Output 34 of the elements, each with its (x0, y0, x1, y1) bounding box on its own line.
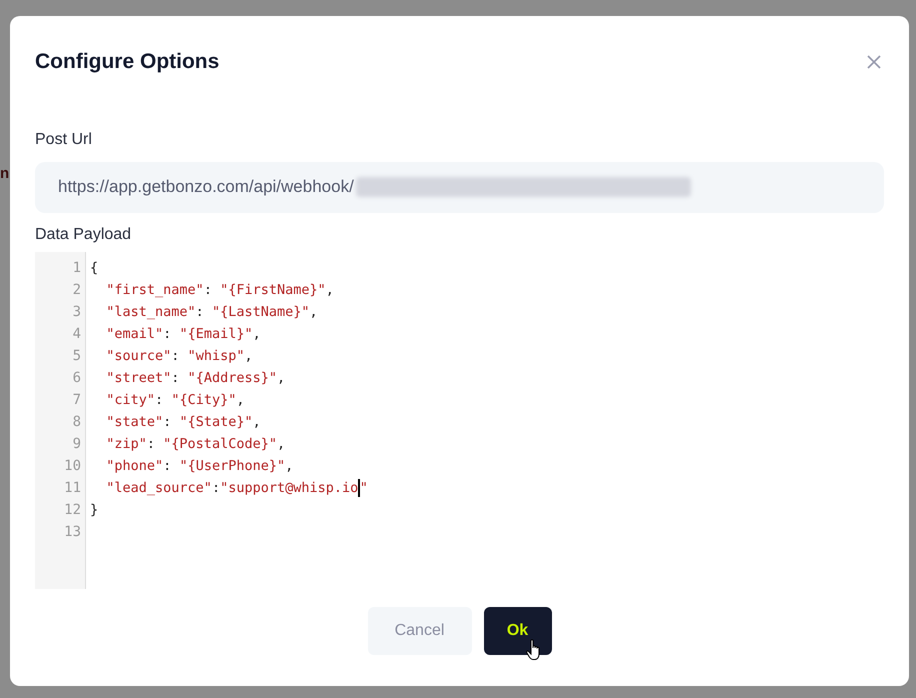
code-line: "phone": "{UserPhone}", (105, 456, 294, 476)
code-line: "state": "{State}", (105, 412, 261, 432)
code-line: "source": "whisp", (105, 346, 253, 366)
line-number: 11 (64, 478, 81, 498)
line-number: 4 (72, 324, 81, 344)
code-line: "street": "{Address}", (105, 368, 286, 388)
code-line: "lead_source":"support@whisp.io (105, 478, 358, 498)
ok-button[interactable]: Ok (484, 606, 552, 654)
field-label: Post Url (35, 130, 93, 150)
field-label: Data Payload (35, 224, 132, 244)
line-number: 6 (72, 368, 81, 388)
line-number: 2 (72, 280, 81, 300)
line-number: 10 (64, 456, 81, 476)
background-title: n (0, 164, 10, 184)
url-field[interactable]: https://app.getbonzo.com/api/webhook/ (35, 162, 884, 212)
line-number: 1 (72, 258, 81, 278)
code-line: "zip": "{PostalCode}", (105, 434, 286, 454)
line-number: 8 (72, 412, 81, 432)
code-line: "last_name": "{LastName}", (105, 302, 318, 322)
url-text: https://app.getbonzo.com/api/webhook/ (58, 176, 354, 198)
line-number: 12 (64, 500, 81, 520)
line-number: 3 (72, 302, 81, 322)
code-line: "city": "{City}", (105, 390, 244, 410)
line-number: 9 (72, 434, 81, 454)
close-icon[interactable] (866, 54, 882, 70)
line-number: 7 (72, 390, 81, 410)
code-line: } (90, 500, 98, 520)
line-number: 13 (64, 522, 81, 542)
code-line: "first_name": "{FirstName}", (105, 280, 334, 300)
line-number: 5 (72, 346, 81, 366)
code-text: " (360, 478, 368, 498)
dialog-title: Configure Options (35, 49, 220, 75)
code-line: { (90, 258, 98, 278)
code-line: "email": "{Email}", (105, 324, 261, 344)
